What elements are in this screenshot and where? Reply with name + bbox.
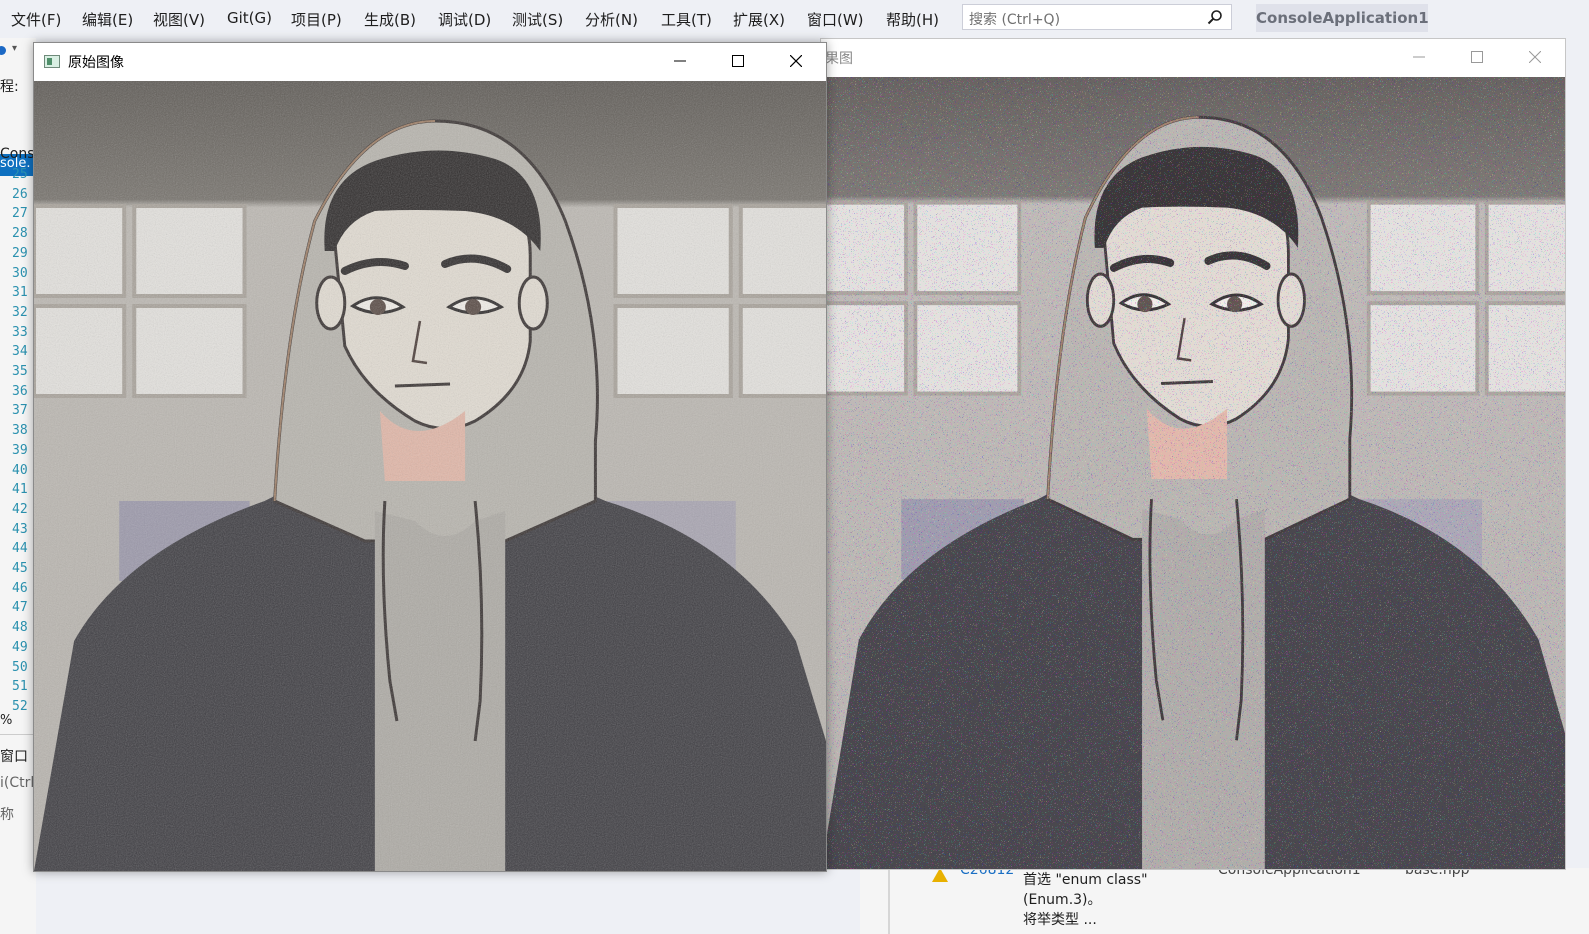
menu-help[interactable]: 帮助(H)	[886, 9, 939, 30]
menu-build[interactable]: 生成(B)	[364, 9, 416, 30]
minimize-icon	[674, 60, 686, 62]
portrait-illustration	[34, 81, 826, 871]
close-button[interactable]	[768, 43, 826, 81]
opencv-window-icon	[44, 55, 60, 68]
menu-test[interactable]: 测试(S)	[512, 9, 563, 30]
line-number: 45	[12, 561, 28, 576]
maximize-button[interactable]	[1449, 39, 1507, 77]
error-search-hint[interactable]: i(Ctrl	[0, 775, 34, 791]
line-number: 37	[12, 403, 28, 419]
line-number: 31	[12, 285, 28, 301]
menu-edit[interactable]: 编辑(E)	[82, 9, 133, 30]
line-number: 32	[12, 304, 28, 320]
line-number: 40	[12, 462, 28, 478]
minimize-button[interactable]	[652, 43, 710, 81]
window-titlebar[interactable]: 果图	[821, 39, 1565, 77]
nav-back-icon[interactable]	[0, 46, 6, 55]
divider	[888, 868, 890, 934]
minimize-button[interactable]	[1391, 39, 1449, 77]
line-number: 46	[12, 580, 28, 596]
search-placeholder: 搜索 (Ctrl+Q)	[969, 12, 1061, 28]
line-number: 38	[12, 423, 28, 439]
line-number: 51	[12, 679, 28, 695]
divider	[0, 734, 36, 735]
line-number: 47	[12, 600, 28, 616]
line-number: 30	[12, 265, 28, 281]
line-number: 39	[12, 442, 28, 458]
warning-icon	[932, 868, 948, 882]
line-number: 29	[12, 245, 28, 261]
menu-project[interactable]: 项目(P)	[291, 9, 342, 30]
effect-image	[821, 77, 1565, 869]
line-number: 33	[12, 324, 28, 340]
menu-analyze[interactable]: 分析(N)	[585, 9, 638, 30]
maximize-icon	[732, 55, 744, 67]
editor-left-strip: ▾ 程: sole. Conso 25262728293031323334353…	[0, 38, 36, 934]
maximize-icon	[1471, 51, 1483, 63]
window-title: 果图	[825, 51, 853, 67]
line-number: 34	[12, 344, 28, 360]
line-number: 36	[12, 383, 28, 399]
line-number: 44	[12, 541, 28, 557]
maximize-button[interactable]	[710, 43, 768, 81]
line-number: 42	[12, 501, 28, 517]
original-image	[34, 81, 826, 871]
line-number: 35	[12, 364, 28, 379]
line-number: 25	[12, 167, 28, 182]
search-icon[interactable]	[1207, 9, 1223, 25]
window-titlebar[interactable]: 原始图像	[34, 43, 826, 81]
portrait-illustration	[821, 77, 1565, 869]
line-number: 27	[12, 206, 28, 222]
menu-tools[interactable]: 工具(T)	[661, 9, 712, 30]
solution-name-badge: ConsoleApplication1	[1256, 4, 1429, 32]
line-number: 49	[12, 639, 28, 655]
zoom-level[interactable]: %	[0, 713, 12, 728]
error-list-panel: C26812 首选 "enum class" (Enum.3)。 将举类型 ..…	[860, 868, 1589, 934]
line-number: 28	[12, 226, 28, 242]
close-button[interactable]	[1507, 39, 1565, 77]
project-label: 程:	[0, 79, 19, 95]
name-column-header: 称	[0, 807, 14, 823]
line-number: 50	[12, 659, 28, 675]
search-input[interactable]: 搜索 (Ctrl+Q)	[962, 4, 1232, 30]
chevron-down-icon[interactable]: ▾	[12, 43, 17, 54]
menu-view[interactable]: 视图(V)	[153, 9, 205, 30]
line-number: 26	[12, 186, 28, 202]
menu-extensions[interactable]: 扩展(X)	[733, 9, 785, 30]
menu-git[interactable]: Git(G)	[227, 9, 272, 27]
line-number: 43	[12, 521, 28, 537]
line-number: 52	[12, 698, 28, 714]
line-number: 41	[12, 482, 28, 498]
close-icon	[1529, 51, 1541, 63]
original-image-window[interactable]: 原始图像	[33, 42, 827, 872]
error-description: 首选 "enum class" (Enum.3)。 将举类型 ...	[1023, 870, 1213, 930]
effect-image-window[interactable]: 果图	[820, 38, 1566, 870]
file-scope-dropdown[interactable]: Conso	[0, 146, 36, 162]
window-title: 原始图像	[68, 55, 124, 71]
menu-window[interactable]: 窗口(W)	[807, 9, 864, 30]
close-icon	[790, 55, 802, 67]
output-window-label: 窗口	[0, 749, 28, 765]
menu-file[interactable]: 文件(F)	[11, 9, 61, 30]
minimize-icon	[1413, 56, 1425, 58]
line-number: 48	[12, 620, 28, 636]
error-description-text: 首选 "enum class" (Enum.3)。	[1023, 872, 1148, 908]
menu-debug[interactable]: 调试(D)	[438, 9, 491, 30]
error-description-cont: 将举类型 ...	[1023, 912, 1097, 928]
menu-bar: 文件(F) 编辑(E) 视图(V) Git(G) 项目(P) 生成(B) 调试(…	[0, 0, 1589, 38]
